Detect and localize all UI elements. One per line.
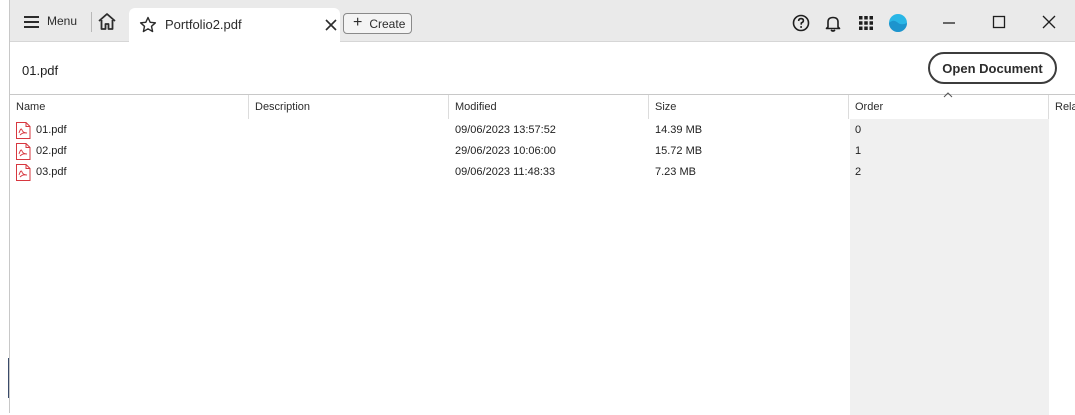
help-icon[interactable] bbox=[792, 14, 810, 32]
toolbar-divider bbox=[91, 12, 92, 32]
file-size: 14.39 MB bbox=[655, 124, 703, 136]
close-icon[interactable] bbox=[324, 18, 338, 32]
star-icon[interactable] bbox=[139, 16, 157, 34]
bell-icon[interactable] bbox=[824, 14, 842, 32]
file-name: 02.pdf bbox=[36, 145, 67, 157]
file-order: 0 bbox=[855, 124, 862, 136]
file-name: 03.pdf bbox=[36, 166, 67, 178]
tab-title: Portfolio2.pdf bbox=[165, 17, 242, 32]
apps-grid-icon[interactable] bbox=[857, 14, 875, 32]
avatar[interactable] bbox=[888, 13, 908, 33]
pdf-file-icon bbox=[16, 164, 31, 181]
column-header-modified[interactable]: Modified bbox=[449, 95, 649, 119]
sort-ascending-icon bbox=[943, 92, 953, 98]
menu-label: Menu bbox=[47, 14, 78, 28]
window-close-icon[interactable] bbox=[1039, 12, 1059, 32]
maximize-icon[interactable] bbox=[989, 12, 1009, 32]
home-icon[interactable] bbox=[96, 11, 118, 33]
plus-icon: + bbox=[353, 13, 363, 31]
selected-file-title: 01.pdf bbox=[22, 63, 59, 78]
document-tab[interactable]: Portfolio2.pdf bbox=[129, 8, 340, 42]
open-document-button[interactable]: Open Document bbox=[928, 52, 1057, 84]
hamburger-icon bbox=[24, 15, 39, 28]
file-name: 01.pdf bbox=[36, 124, 67, 136]
pdf-file-icon bbox=[16, 143, 31, 160]
table-row[interactable]: 02.pdf 29/06/2023 10:06:00 15.72 MB 1 bbox=[10, 141, 1075, 162]
background-window-edge bbox=[0, 0, 10, 413]
file-order: 1 bbox=[855, 145, 862, 157]
menu-button[interactable]: Menu bbox=[16, 9, 85, 33]
file-table: Name Description Modified Size Order Rel… bbox=[10, 92, 1075, 415]
column-header-related[interactable]: Rela bbox=[1049, 95, 1075, 119]
portfolio-window: Menu Portfolio2.pdf + Create 01.pdf Open… bbox=[9, 0, 1075, 415]
file-modified: 09/06/2023 13:57:52 bbox=[455, 124, 556, 136]
column-header-description[interactable]: Description bbox=[249, 95, 449, 119]
column-header-size[interactable]: Size bbox=[649, 95, 849, 119]
minimize-icon[interactable] bbox=[939, 12, 959, 32]
table-row[interactable]: 03.pdf 09/06/2023 11:48:33 7.23 MB 2 bbox=[10, 162, 1075, 183]
column-header-order[interactable]: Order bbox=[849, 95, 1049, 119]
file-modified: 09/06/2023 11:48:33 bbox=[455, 166, 556, 178]
file-size: 7.23 MB bbox=[655, 166, 696, 178]
create-label: Create bbox=[369, 16, 406, 31]
file-order: 2 bbox=[855, 166, 862, 178]
title-bar: Menu Portfolio2.pdf + Create bbox=[10, 0, 1075, 42]
create-button[interactable]: + Create bbox=[343, 13, 412, 34]
file-modified: 29/06/2023 10:06:00 bbox=[455, 145, 556, 157]
table-row[interactable]: 01.pdf 09/06/2023 13:57:52 14.39 MB 0 bbox=[10, 120, 1075, 141]
column-header-name[interactable]: Name bbox=[10, 95, 249, 119]
file-size: 15.72 MB bbox=[655, 145, 703, 157]
pdf-file-icon bbox=[16, 122, 31, 139]
